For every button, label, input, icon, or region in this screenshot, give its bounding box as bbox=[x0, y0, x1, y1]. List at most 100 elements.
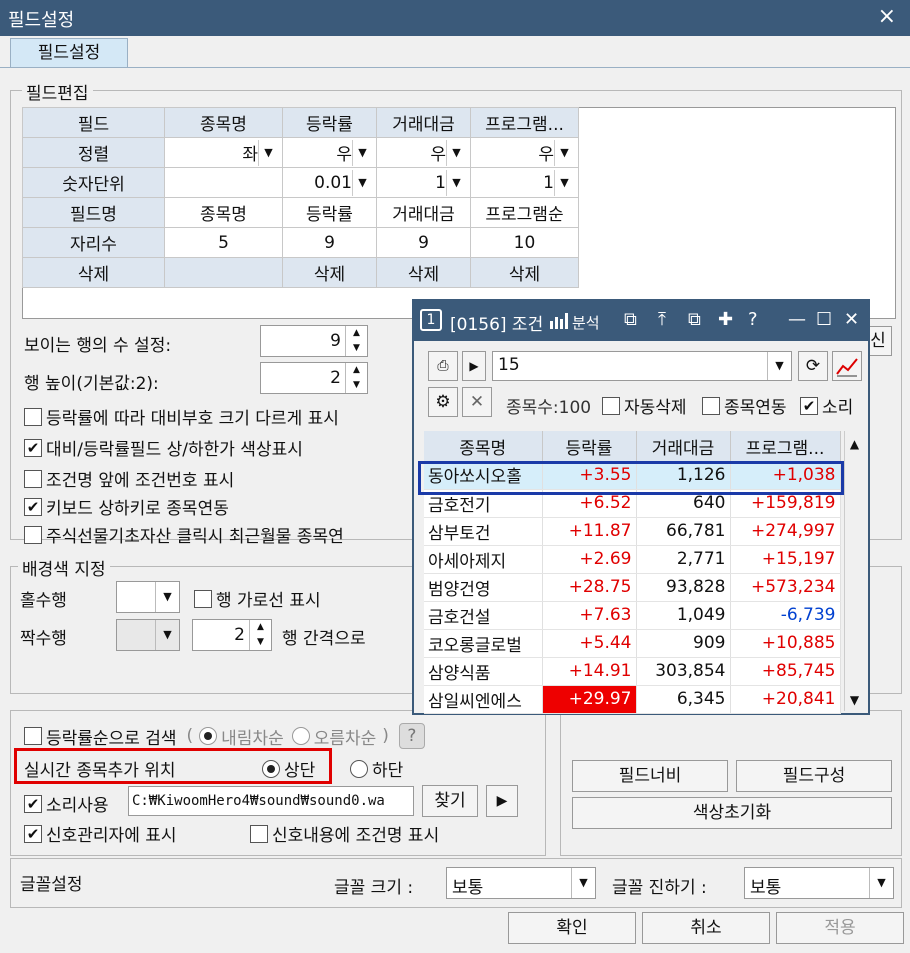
chevron-down-icon[interactable]: ▼ bbox=[554, 169, 574, 196]
align-dropdown[interactable]: 우 ▼ bbox=[470, 137, 579, 168]
digits-cell[interactable]: 9 bbox=[282, 227, 377, 258]
close-icon[interactable]: ✕ bbox=[844, 309, 859, 330]
table-row[interactable]: 삼부토건 +11.87 66,781 +274,997 bbox=[424, 517, 841, 546]
play-icon[interactable]: ▶ bbox=[486, 785, 518, 817]
sound-option[interactable]: ✔ 소리사용 bbox=[24, 791, 109, 816]
stock-name[interactable]: 아세아제지 bbox=[424, 545, 543, 574]
checkbox[interactable] bbox=[194, 589, 212, 608]
font-weight-select[interactable]: 보통 ▼ bbox=[744, 867, 894, 899]
digits-cell[interactable]: 9 bbox=[376, 227, 471, 258]
even-row-color-select[interactable]: ▼ bbox=[116, 619, 180, 651]
delete-button[interactable]: 삭제 bbox=[282, 257, 377, 288]
stock-name[interactable]: 금호건설 bbox=[424, 601, 543, 630]
chart-analysis-icon[interactable] bbox=[548, 309, 570, 336]
pin-top-icon[interactable]: ⤒ bbox=[658, 309, 666, 330]
ok-button[interactable]: 확인 bbox=[508, 912, 636, 944]
refresh-icon[interactable]: ⟳ bbox=[798, 351, 828, 381]
table-row[interactable]: 코오롱글로벌 +5.44 909 +10,885 bbox=[424, 629, 841, 658]
scroll-down-icon[interactable]: ▼ bbox=[845, 693, 864, 707]
digits-cell[interactable]: 5 bbox=[164, 227, 283, 258]
chart-icon[interactable] bbox=[832, 351, 862, 381]
radio-top[interactable] bbox=[262, 759, 280, 778]
checkbox[interactable] bbox=[24, 469, 42, 488]
apply-button[interactable]: 적용 bbox=[776, 912, 904, 944]
chevron-down-icon[interactable]: ▼ bbox=[352, 169, 372, 196]
chevron-down-icon[interactable]: ▼ bbox=[554, 139, 574, 166]
unit-dropdown[interactable]: 1 ▼ bbox=[376, 167, 471, 198]
delete-button[interactable]: 삭제 bbox=[376, 257, 471, 288]
chevron-down-icon[interactable]: ▼ bbox=[155, 582, 179, 612]
checkbox[interactable] bbox=[24, 727, 42, 745]
field-config-button[interactable]: 필드구성 bbox=[736, 760, 892, 792]
chevron-down-icon[interactable]: ▼ bbox=[446, 169, 466, 196]
delete-icon[interactable]: ✕ bbox=[462, 387, 492, 417]
restore-icon[interactable]: ⧉ bbox=[624, 309, 637, 330]
unit-dropdown[interactable]: 1 ▼ bbox=[470, 167, 579, 198]
search-option[interactable]: 등락률순으로 검색 ( 내림차순 오름차순 ) ? bbox=[24, 723, 425, 749]
radio-bottom-option[interactable]: 하단 bbox=[350, 756, 403, 781]
stock-name[interactable]: 코오롱글로벌 bbox=[424, 629, 543, 658]
column-header[interactable]: 등락률 bbox=[542, 431, 637, 461]
digits-cell[interactable]: 10 bbox=[470, 227, 579, 258]
help-icon[interactable]: ? bbox=[398, 723, 425, 749]
chevron-down-icon[interactable]: ▼ bbox=[155, 620, 179, 650]
stock-link-option[interactable]: 종목연동 bbox=[702, 393, 787, 418]
name-cell[interactable]: 거래대금 bbox=[376, 197, 471, 228]
chevron-down-icon[interactable]: ▼ bbox=[571, 868, 595, 898]
copy-window-icon[interactable]: ⧉ bbox=[688, 309, 701, 330]
delete-button[interactable]: 삭제 bbox=[470, 257, 579, 288]
radio-asc[interactable] bbox=[291, 727, 310, 745]
maximize-icon[interactable]: ☐ bbox=[816, 309, 832, 330]
auto-delete-option[interactable]: 자동삭제 bbox=[602, 393, 687, 418]
name-cell[interactable]: 프로그램순 bbox=[470, 197, 579, 228]
radio-bottom[interactable] bbox=[350, 759, 368, 778]
table-row[interactable]: 아세아제지 +2.69 2,771 +15,197 bbox=[424, 545, 841, 574]
close-icon[interactable]: × bbox=[878, 4, 896, 29]
stock-name[interactable]: 범양건영 bbox=[424, 573, 543, 602]
table-row[interactable]: 범양건영 +28.75 93,828 +573,234 bbox=[424, 573, 841, 602]
chevron-down-icon[interactable]: ▼ bbox=[258, 139, 278, 166]
minimize-icon[interactable]: — bbox=[788, 309, 806, 330]
find-button[interactable]: 찾기 bbox=[422, 785, 478, 817]
pin-icon[interactable]: ✚ bbox=[718, 309, 733, 330]
checkbox-checked[interactable]: ✔ bbox=[24, 438, 42, 457]
font-size-select[interactable]: 보통 ▼ bbox=[446, 867, 596, 899]
spin-arrows-icon[interactable]: ▲ ▼ bbox=[345, 363, 367, 393]
tab-field-settings[interactable]: 필드설정 bbox=[10, 38, 128, 68]
table-row[interactable]: 금호건설 +7.63 1,049 -6,739 bbox=[424, 601, 841, 630]
visible-rows-stepper[interactable]: 9 ▲ ▼ bbox=[260, 325, 368, 357]
option-size-sign[interactable]: 등락률에 따라 대비부호 크기 다르게 표시 bbox=[24, 404, 339, 429]
field-width-button[interactable]: 필드너비 bbox=[572, 760, 728, 792]
spin-arrows-icon[interactable]: ▲ ▼ bbox=[249, 620, 271, 650]
condition-select[interactable]: 15 ▼ bbox=[492, 351, 792, 381]
spin-arrows-icon[interactable]: ▲ ▼ bbox=[345, 326, 367, 356]
stock-name[interactable]: 삼부토건 bbox=[424, 517, 543, 546]
checkbox-checked[interactable]: ✔ bbox=[24, 824, 42, 843]
checkbox[interactable] bbox=[702, 396, 720, 415]
stock-name[interactable]: 삼일씨엔에스 bbox=[424, 685, 543, 714]
odd-row-color-select[interactable]: ▼ bbox=[116, 581, 180, 613]
scroll-up-icon[interactable]: ▲ bbox=[845, 431, 864, 451]
help-icon[interactable]: ? bbox=[748, 309, 758, 330]
column-header[interactable]: 거래대금 bbox=[636, 431, 731, 461]
radio-desc[interactable] bbox=[199, 727, 218, 745]
sound-path-input[interactable]: C:₩KiwoomHero4₩sound₩sound0.wa bbox=[128, 786, 414, 816]
next-icon[interactable]: ▶ bbox=[462, 351, 486, 381]
align-dropdown[interactable]: 좌 ▼ bbox=[164, 137, 283, 168]
checkbox[interactable] bbox=[602, 396, 620, 415]
cancel-button[interactable]: 취소 bbox=[642, 912, 770, 944]
name-cell[interactable]: 등락률 bbox=[282, 197, 377, 228]
grid-header-cell[interactable]: 프로그램... bbox=[470, 107, 579, 138]
checkbox-checked[interactable]: ✔ bbox=[800, 396, 818, 415]
checkbox-checked[interactable]: ✔ bbox=[24, 497, 42, 516]
grid-header-cell[interactable]: 등락률 bbox=[282, 107, 377, 138]
checkbox[interactable] bbox=[250, 824, 268, 843]
name-cell[interactable]: 종목명 bbox=[164, 197, 283, 228]
checkbox-checked[interactable]: ✔ bbox=[24, 794, 42, 813]
chevron-down-icon[interactable]: ▼ bbox=[352, 139, 372, 166]
align-dropdown[interactable]: 우 ▼ bbox=[282, 137, 377, 168]
checkbox[interactable] bbox=[24, 407, 42, 426]
align-dropdown[interactable]: 우 ▼ bbox=[376, 137, 471, 168]
scrollbar[interactable]: ▲ ▼ bbox=[844, 431, 864, 711]
chevron-down-icon[interactable]: ▼ bbox=[446, 139, 466, 166]
